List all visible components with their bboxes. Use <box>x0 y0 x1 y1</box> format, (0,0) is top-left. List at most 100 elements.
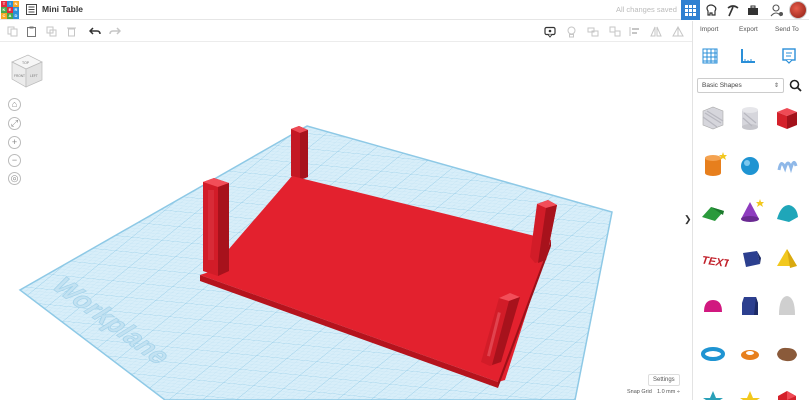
table-leg-front-left[interactable] <box>203 178 229 276</box>
plus-icon: + <box>11 137 18 147</box>
icosahedron-icon <box>778 391 796 400</box>
mirror-button[interactable] <box>649 25 662 38</box>
copy-icon <box>7 26 18 37</box>
shape-sphere[interactable] <box>733 149 767 183</box>
user-avatar[interactable] <box>789 1 807 19</box>
workplane-view[interactable]: Workplane <box>0 42 692 400</box>
import-tab[interactable]: Import <box>700 26 718 33</box>
codeblocks-button[interactable] <box>703 2 719 18</box>
paste-button[interactable] <box>25 25 38 38</box>
box-hole-icon <box>702 106 724 130</box>
paraboloid-icon <box>779 296 795 315</box>
add-user-icon <box>770 3 783 16</box>
save-status-text: All changes saved <box>616 5 677 14</box>
cruise-button[interactable] <box>671 25 684 38</box>
ungroup-button[interactable] <box>608 25 621 38</box>
panel-collapse-handle[interactable]: ❯ <box>684 214 692 225</box>
search-icon[interactable] <box>789 79 802 92</box>
lightbulb-icon <box>567 26 576 37</box>
light-bulb-button[interactable] <box>565 25 578 38</box>
perspective-icon: ◎ <box>10 173 19 183</box>
shape-pyramid[interactable] <box>770 243 804 277</box>
trash-icon <box>67 27 76 37</box>
shape-tube[interactable] <box>733 337 767 371</box>
bricks-button[interactable] <box>724 2 740 18</box>
shape-cylinder-hole[interactable] <box>733 102 767 136</box>
group-button[interactable] <box>586 25 599 38</box>
copy-button[interactable] <box>6 25 19 38</box>
torus-icon <box>701 347 725 361</box>
shape-shape-generator[interactable] <box>770 337 804 371</box>
snap-grid-select[interactable]: 1.0 mm ÷ <box>657 389 680 395</box>
paste-icon <box>27 26 36 37</box>
perspective-button[interactable]: ◎ <box>8 172 21 185</box>
notes-tool-icon[interactable] <box>780 47 798 65</box>
align-icon <box>629 27 639 36</box>
undo-button[interactable] <box>88 25 101 38</box>
snap-grid-label: Snap Grid <box>627 389 652 395</box>
shape-round-roof[interactable] <box>770 196 804 230</box>
shape-category-select[interactable]: Basic Shapes ⇕ <box>697 78 784 93</box>
duplicate-button[interactable] <box>45 25 58 38</box>
shape-cone[interactable] <box>733 196 767 230</box>
cylinder-icon <box>705 152 727 176</box>
cylinder-hole-icon <box>742 107 758 130</box>
half-sphere-icon <box>704 300 722 312</box>
ungroup-icon <box>609 26 620 37</box>
shape-polygon[interactable] <box>733 290 767 324</box>
view-cube[interactable]: TOP FRONT LEFT <box>8 53 46 91</box>
sphere-icon <box>741 157 759 175</box>
shape-icosahedron[interactable] <box>770 384 804 400</box>
design-menu-icon[interactable] <box>26 4 37 15</box>
shape-box-hole[interactable] <box>696 102 730 136</box>
shape-torus[interactable] <box>696 337 730 371</box>
design-title[interactable]: Mini Table <box>42 4 83 14</box>
shape-roof[interactable] <box>696 196 730 230</box>
export-tab[interactable]: Export <box>739 26 758 33</box>
tinkercad-logo[interactable]: TINKERCAD <box>1 1 19 19</box>
align-button[interactable] <box>628 25 641 38</box>
scribble-icon <box>777 161 798 174</box>
send-to-tab[interactable]: Send To <box>775 26 799 33</box>
notes-tool-button[interactable] <box>543 25 556 38</box>
settings-button[interactable]: Settings <box>648 374 680 386</box>
fit-view-button[interactable]: ⤢ <box>8 117 21 130</box>
redo-button[interactable] <box>108 25 121 38</box>
shape-paraboloid[interactable] <box>770 290 804 324</box>
polygon-icon <box>742 297 758 315</box>
round-roof-icon <box>777 205 798 222</box>
diamond-icon <box>743 251 761 267</box>
zoom-out-button[interactable]: − <box>8 154 21 167</box>
shape-diamond[interactable] <box>733 243 767 277</box>
design-canvas[interactable]: Workplane TOP FRONT LEFT ⌂ ⤢ + − ◎ Setti… <box>0 42 692 400</box>
delete-button[interactable] <box>65 25 78 38</box>
fit-icon: ⤢ <box>10 118 19 128</box>
edit-toolbar <box>0 21 692 42</box>
box-icon <box>777 108 797 129</box>
zoom-in-button[interactable]: + <box>8 136 21 149</box>
home-icon: ⌂ <box>11 99 18 109</box>
add-user-button[interactable] <box>768 2 784 18</box>
briefcase-icon <box>748 5 758 15</box>
shape-text[interactable]: TEXT <box>696 243 730 277</box>
home-view-button[interactable]: ⌂ <box>8 98 21 111</box>
text-icon: TEXT <box>701 255 729 271</box>
roof-icon <box>702 207 724 221</box>
ruler-tool-icon[interactable] <box>739 47 757 65</box>
sim-lab-button[interactable] <box>745 2 761 18</box>
logo-letter: D <box>13 13 19 19</box>
table-leg-back-left[interactable] <box>291 126 308 180</box>
shape-cylinder[interactable] <box>696 149 730 183</box>
3d-design-view-button[interactable] <box>681 0 700 20</box>
pickaxe-icon <box>727 4 738 16</box>
grid-view-icon <box>685 4 696 16</box>
shape-scribble[interactable] <box>770 149 804 183</box>
shape-star[interactable] <box>696 384 730 400</box>
pyramid-icon <box>777 249 797 268</box>
select-arrows-icon: ⇕ <box>773 83 779 89</box>
cruise-icon <box>671 26 684 37</box>
shape-half-sphere[interactable] <box>696 290 730 324</box>
shape-star-gold[interactable] <box>733 384 767 400</box>
shape-box[interactable] <box>770 102 804 136</box>
workplane-tool-icon[interactable] <box>701 47 719 65</box>
